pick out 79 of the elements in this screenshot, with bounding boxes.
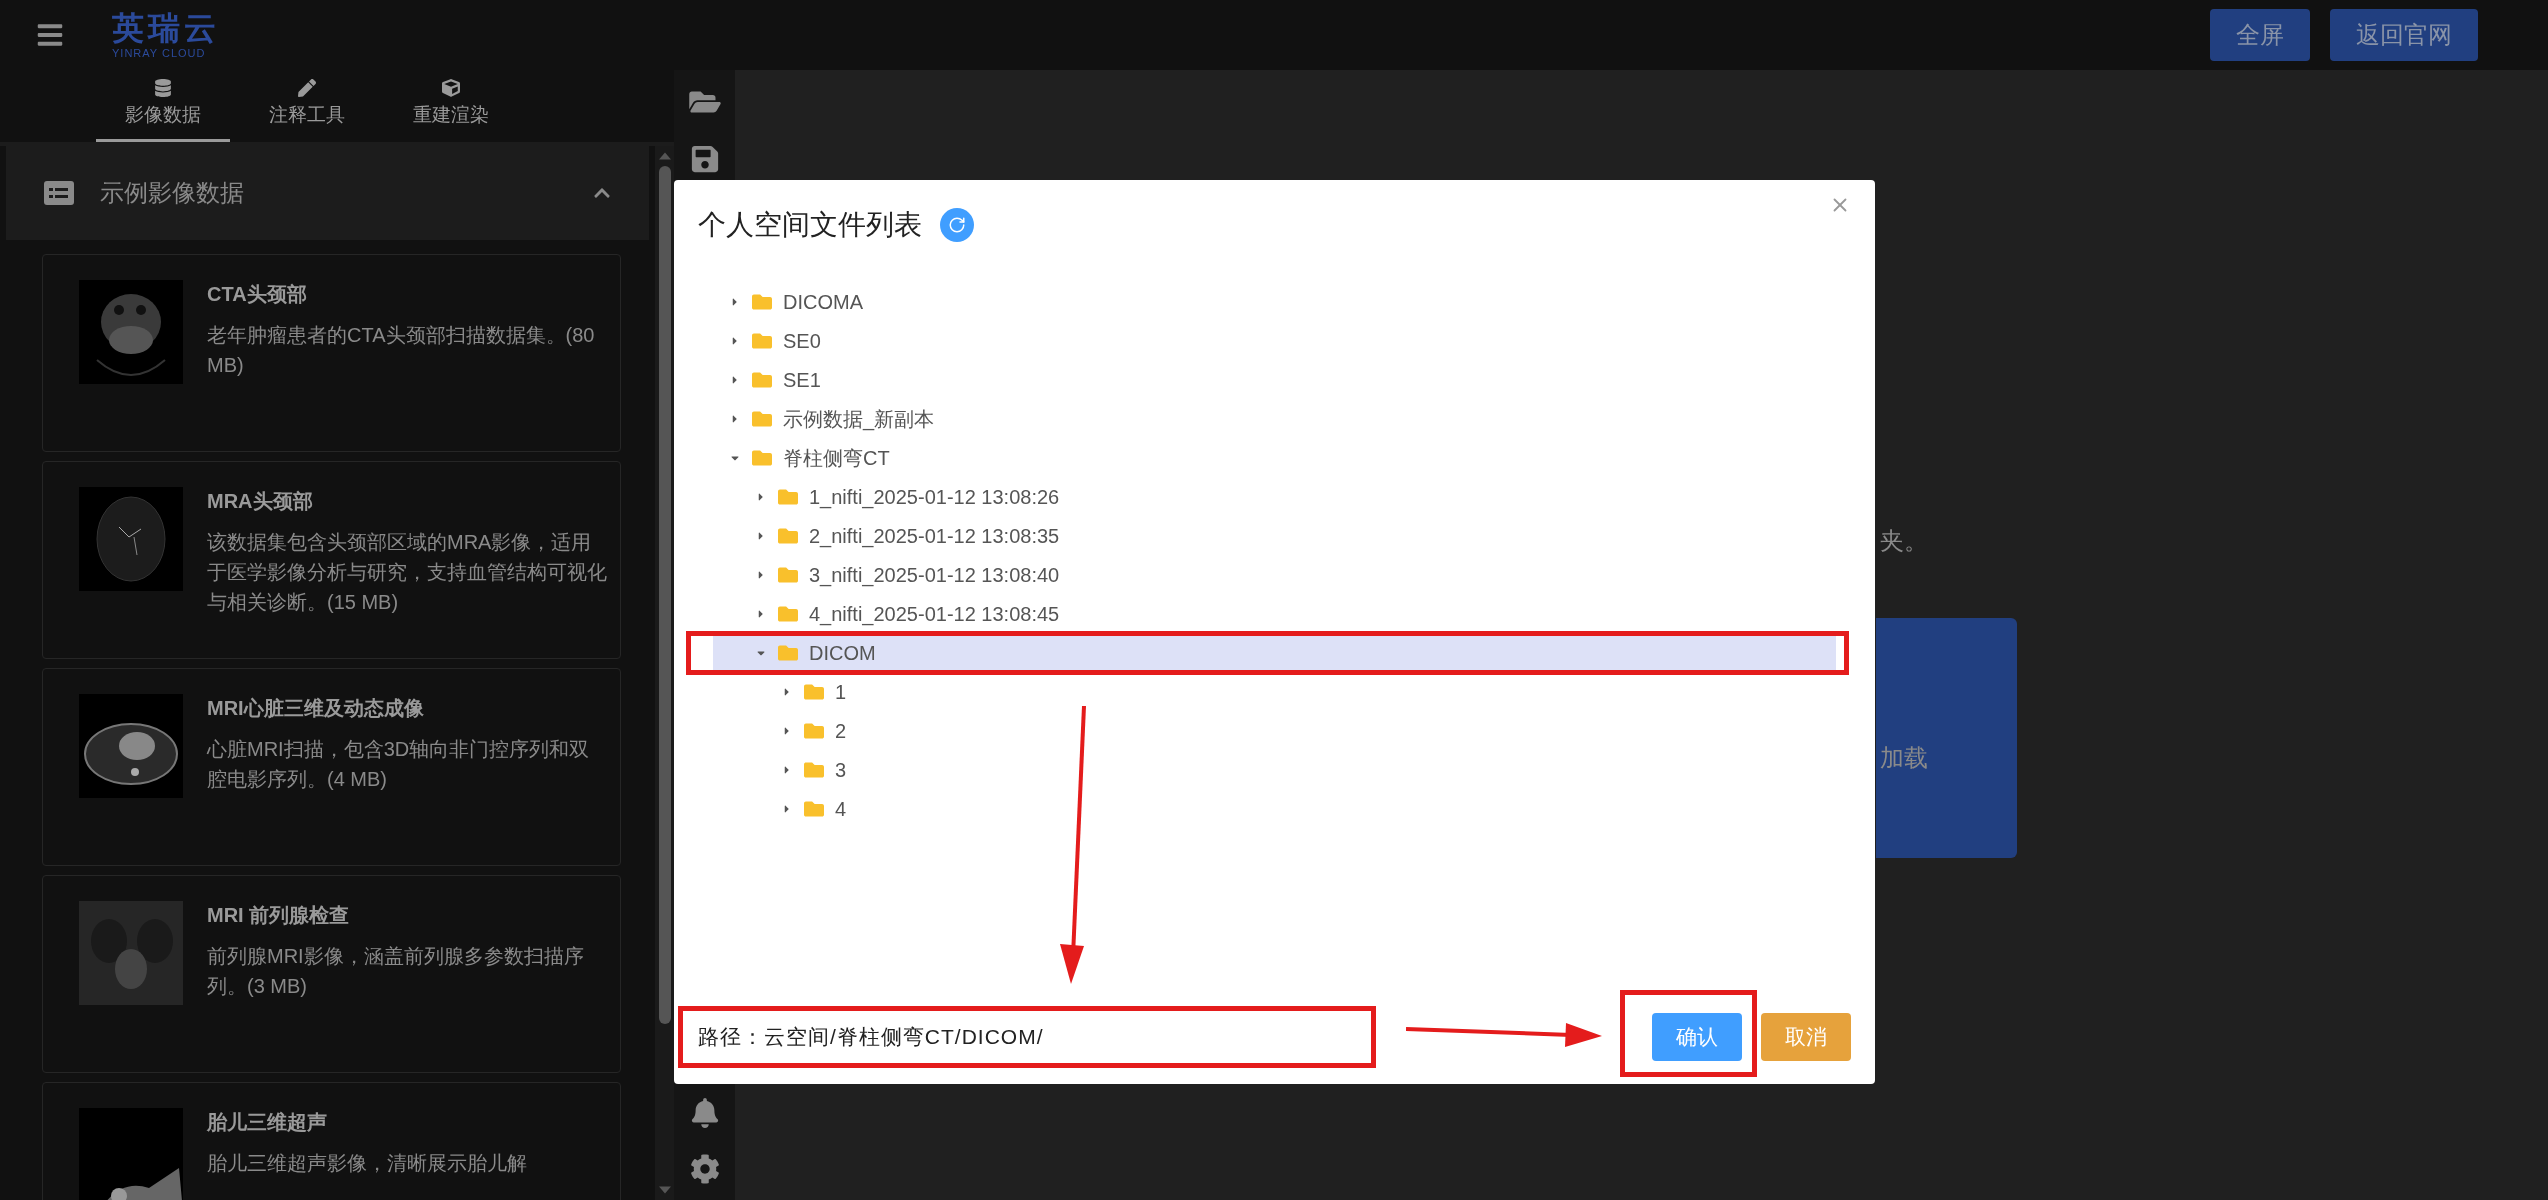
folder-name: 2_nifti_2025-01-12 13:08:35 — [809, 524, 1060, 550]
tree-row[interactable]: 2 — [713, 714, 1836, 748]
folder-icon — [751, 370, 773, 390]
folder-icon — [777, 565, 799, 585]
save-icon[interactable] — [690, 144, 719, 174]
tree-row[interactable]: 脊柱侧弯CT — [713, 441, 1836, 475]
folder-name: 1 — [835, 680, 847, 705]
hint-text: 夹。 — [1879, 526, 1929, 556]
card-list-icon — [44, 181, 74, 205]
folder-icon — [803, 721, 825, 741]
folder-icon — [777, 643, 799, 663]
bell-icon[interactable] — [690, 1098, 719, 1128]
folder-name: SE0 — [783, 329, 821, 354]
dataset-description: 老年肿瘤患者的CTA头颈部扫描数据集。(80 MB) — [207, 323, 596, 378]
tree-row[interactable]: 1_nifti_2025-01-12 13:08:26 — [713, 480, 1836, 514]
refresh-icon — [948, 216, 966, 234]
menu-icon[interactable] — [36, 21, 64, 49]
folder-name: DICOMA — [783, 290, 863, 315]
tree-row[interactable]: DICOMA — [713, 285, 1836, 319]
dataset-title: MRA头颈部 — [207, 489, 314, 514]
folder-name: 3_nifti_2025-01-12 13:08:40 — [809, 563, 1060, 589]
dataset-title: MRI 前列腺检查 — [207, 903, 351, 928]
dataset-description: 胎儿三维超声影像，清晰展示胎儿解 — [207, 1151, 527, 1176]
tree-row[interactable]: 1 — [713, 675, 1836, 709]
dataset-card[interactable]: 胎儿三维超声 胎儿三维超声影像，清晰展示胎儿解 — [42, 1082, 621, 1200]
database-icon — [154, 79, 172, 98]
tree-row[interactable]: 3 — [713, 753, 1836, 787]
dataset-title: MRI心脏三维及动态成像 — [207, 696, 425, 721]
dataset-description: 心脏MRI扫描，包含3D轴向非门控序列和双腔电影序列。(4 MB) — [207, 737, 591, 792]
folder-name: DICOM — [809, 641, 876, 666]
section-title: 示例影像数据 — [100, 178, 244, 208]
section-header[interactable]: 示例影像数据 — [6, 146, 649, 240]
tree-row[interactable]: DICOM — [713, 636, 1836, 670]
folder-icon — [803, 799, 825, 819]
folder-icon — [751, 409, 773, 429]
folder-name: SE1 — [783, 368, 821, 393]
tree-row[interactable]: 2_nifti_2025-01-12 13:08:35 — [713, 519, 1836, 553]
path-text: 路径：云空间/脊柱侧弯CT/DICOM/ — [698, 1024, 1044, 1051]
refresh-button[interactable] — [940, 208, 974, 242]
tree-row[interactable]: 3_nifti_2025-01-12 13:08:40 — [713, 558, 1836, 592]
dataset-description: 前列腺MRI影像，涵盖前列腺多参数扫描序列。(3 MB) — [207, 944, 585, 999]
dataset-card[interactable]: MRI 前列腺检查 前列腺MRI影像，涵盖前列腺多参数扫描序列。(3 MB) — [42, 875, 621, 1073]
tree-row[interactable]: 4 — [713, 792, 1836, 826]
scrollbar-thumb[interactable] — [658, 166, 671, 1024]
dataset-card[interactable]: CTA头颈部 老年肿瘤患者的CTA头颈部扫描数据集。(80 MB) — [42, 254, 621, 452]
dataset-description: 该数据集包含头颈部区域的MRA影像，适用于医学影像分析与研究，支持血管结构可视化与相关诊断。(15 MB) — [207, 530, 608, 615]
folder-name: 4 — [835, 797, 847, 822]
panel-tab[interactable]: 注释工具 — [240, 70, 374, 142]
folder-icon — [777, 526, 799, 546]
tree-row[interactable]: SE0 — [713, 324, 1836, 358]
folder-icon — [751, 292, 773, 312]
dataset-card[interactable]: MRI心脏三维及动态成像 心脏MRI扫描，包含3D轴向非门控序列和双腔电影序列。(4 MB) — [42, 668, 621, 866]
folder-name: 2 — [835, 719, 847, 744]
logo-name: 英瑞云 — [112, 10, 220, 46]
folder-name: 1_nifti_2025-01-12 13:08:26 — [809, 485, 1060, 511]
folder-icon — [751, 331, 773, 351]
folder-icon — [751, 448, 773, 468]
folder-icon — [803, 682, 825, 702]
folder-name: 4_nifti_2025-01-12 13:08:45 — [809, 602, 1060, 628]
logo-tagline: YINRAY CLOUD — [112, 46, 206, 60]
pencil-icon — [298, 79, 316, 98]
folder-icon — [777, 604, 799, 624]
dataset-title: 胎儿三维超声 — [207, 1110, 328, 1135]
tree-row[interactable]: SE1 — [713, 363, 1836, 397]
dialog-title: 个人空间文件列表 — [698, 208, 922, 242]
folder-name: 脊柱侧弯CT — [783, 446, 890, 471]
folder-icon — [803, 760, 825, 780]
cube-icon — [442, 79, 460, 98]
folder-icon — [777, 487, 799, 507]
folder-name: 3 — [835, 758, 847, 783]
folder-name: 示例数据_新副本 — [783, 407, 935, 433]
tree-row[interactable]: 示例数据_新副本 — [713, 402, 1836, 436]
tree-row[interactable]: 4_nifti_2025-01-12 13:08:45 — [713, 597, 1836, 631]
settings-icon[interactable] — [689, 1154, 720, 1184]
dataset-title: CTA头颈部 — [207, 282, 308, 307]
dataset-card[interactable]: MRA头颈部 该数据集包含头颈部区域的MRA影像，适用于医学影像分析与研究，支持血管结构可视化与相关诊断。(15 MB) — [42, 461, 621, 659]
panel-tab[interactable]: 重建渲染 — [384, 70, 518, 142]
panel-tab[interactable]: 影像数据 — [96, 70, 230, 142]
scrollbar[interactable] — [655, 146, 674, 1200]
